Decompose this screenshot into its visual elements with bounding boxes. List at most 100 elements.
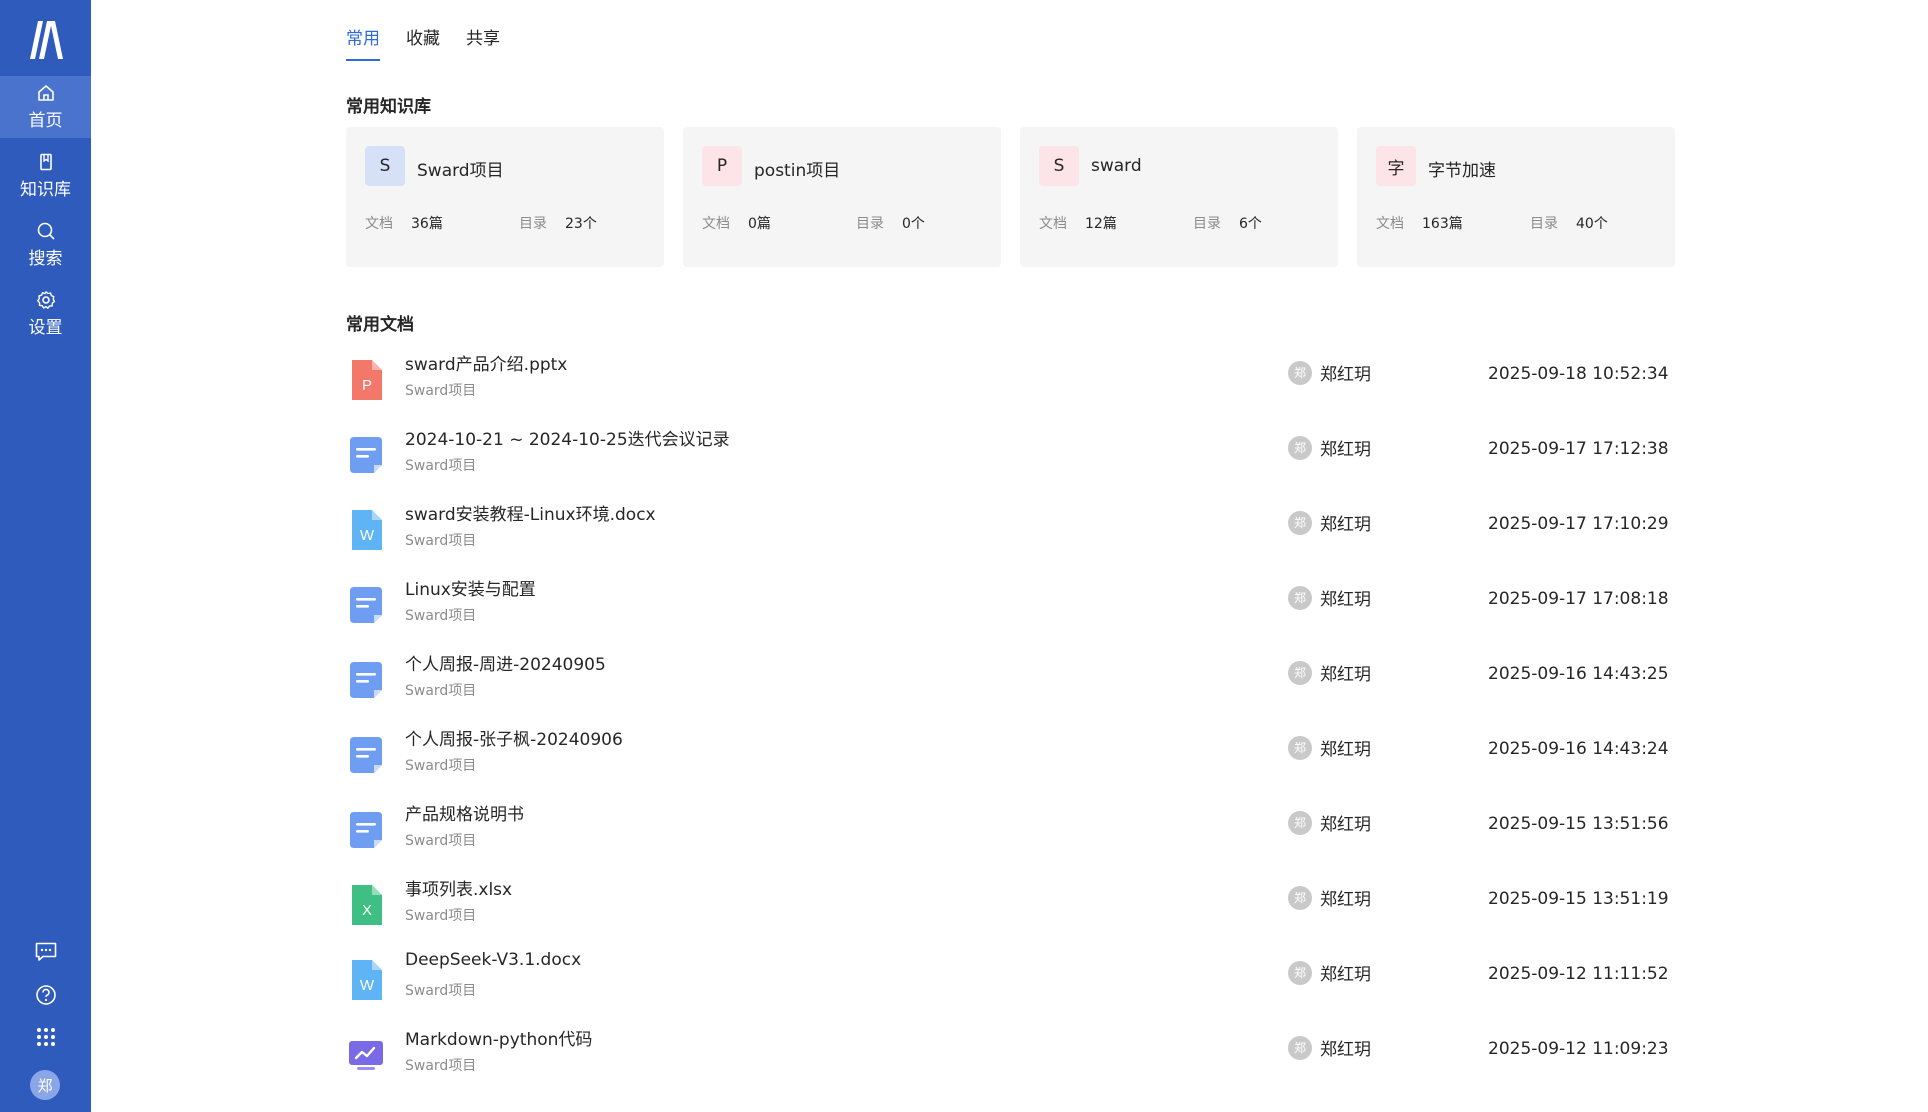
doc-title[interactable]: sward安装教程-Linux环境.docx	[405, 500, 656, 525]
doc-updated-time: 2025-09-12 11:09:23	[1488, 1039, 1669, 1059]
doc-row[interactable]: 个人周报-周进-20240905 Sward项目 郑郑红玥 2025-09-16 14…	[346, 650, 1669, 725]
author-avatar: 郑	[1288, 585, 1312, 610]
tab-favorites[interactable]: 收藏	[406, 24, 440, 61]
doc-author: 郑郑红玥	[1288, 510, 1371, 535]
repos-section-title: 常用知识库	[346, 97, 431, 117]
document-icon	[350, 587, 382, 623]
doc-repo: Sward项目	[405, 758, 477, 774]
word-file-icon: W	[352, 510, 382, 550]
grid-apps-icon	[36, 1028, 55, 1046]
repo-dir-label: 目录	[856, 216, 884, 232]
document-icon	[350, 662, 382, 698]
repo-card[interactable]: 字字节加速 文档 163篇 目录 40个	[1357, 127, 1675, 267]
nav-home[interactable]: 首页	[0, 76, 91, 138]
repo-doc-stat: 文档 36篇	[365, 213, 443, 233]
author-name: 郑红玥	[1320, 515, 1371, 535]
doc-updated-time: 2025-09-17 17:12:38	[1488, 439, 1669, 459]
doc-updated-time: 2025-09-15 13:51:56	[1488, 814, 1669, 834]
doc-updated-time: 2025-09-15 13:51:19	[1488, 889, 1669, 909]
message-icon	[35, 942, 56, 961]
author-avatar: 郑	[1288, 885, 1312, 910]
app-logo[interactable]	[0, 10, 91, 70]
doc-title[interactable]: 事项列表.xlsx	[405, 875, 512, 900]
document-icon	[350, 812, 382, 848]
doc-author: 郑郑红玥	[1288, 960, 1371, 985]
repo-name: Sward项目	[417, 161, 504, 181]
repo-dir-label: 目录	[1530, 216, 1558, 232]
doc-author: 郑郑红玥	[1288, 1035, 1371, 1060]
doc-title[interactable]: 产品规格说明书	[405, 800, 524, 825]
doc-row[interactable]: Wsward安装教程-Linux环境.docx Sward项目 郑郑红玥 2025-0…	[346, 500, 1669, 575]
repo-card[interactable]: Ssward 文档 12篇 目录 6个	[1020, 127, 1338, 267]
repo-dir-count: 40个	[1576, 216, 1608, 232]
repo-doc-label: 文档	[702, 216, 730, 232]
help-button[interactable]	[0, 978, 91, 1012]
author-avatar: 郑	[1288, 960, 1312, 985]
doc-title[interactable]: DeepSeek-V3.1.docx	[405, 950, 581, 970]
author-name: 郑红玥	[1320, 365, 1371, 385]
doc-title[interactable]: Markdown-python代码	[405, 1025, 592, 1050]
gear-icon	[36, 291, 55, 309]
repo-dir-label: 目录	[519, 216, 547, 232]
repo-doc-count: 0篇	[748, 216, 771, 232]
doc-row[interactable]: W DeepSeek-V3.1.docx Sward项目 郑郑红玥 2025-09-12…	[346, 950, 1669, 1025]
repo-doc-stat: 文档 0篇	[702, 213, 771, 233]
author-avatar: 郑	[1288, 435, 1312, 460]
apps-button[interactable]	[0, 1020, 91, 1054]
doc-author: 郑郑红玥	[1288, 885, 1371, 910]
doc-row[interactable]: 个人周报-张子枫-20240906 Sward项目 郑郑红玥 2025-09-16 1…	[346, 725, 1669, 800]
nav-settings-label: 设置	[28, 318, 63, 338]
doc-repo: Sward项目	[405, 458, 477, 474]
repo-doc-count: 36篇	[411, 216, 443, 232]
user-avatar[interactable]: 郑	[30, 1070, 60, 1100]
nav-search[interactable]: 搜索	[0, 214, 91, 276]
nav-settings[interactable]: 设置	[0, 283, 91, 345]
doc-author: 郑郑红玥	[1288, 810, 1371, 835]
repo-card[interactable]: Ppostin项目 文档 0篇 目录 0个	[683, 127, 1001, 267]
author-name: 郑红玥	[1320, 440, 1371, 460]
repo-dir-stat: 目录 6个	[1193, 213, 1262, 233]
repo-dir-label: 目录	[1193, 216, 1221, 232]
doc-row[interactable]: X 事项列表.xlsx Sward项目 郑郑红玥 2025-09-15 13:51:19	[346, 875, 1669, 950]
doc-title[interactable]: 个人周报-周进-20240905	[405, 650, 606, 675]
repo-avatar: P	[702, 146, 742, 186]
author-name: 郑红玥	[1320, 965, 1371, 985]
doc-title[interactable]: 个人周报-张子枫-20240906	[405, 725, 623, 750]
logo-icon	[29, 21, 63, 59]
doc-row[interactable]: Psward产品介绍.pptx Sward项目 郑郑红玥 2025-09-18 10:…	[346, 350, 1669, 425]
author-avatar: 郑	[1288, 360, 1312, 385]
sidebar: 首页 知识库 搜索 设置 郑	[0, 0, 91, 1112]
doc-row[interactable]: 2024-10-21 ~ 2024-10-25迭代会议记录 Sward项目 郑郑红玥…	[346, 425, 1669, 500]
repo-card[interactable]: S Sward项目 文档 36篇 目录 23个	[346, 127, 664, 267]
tab-frequent[interactable]: 常用	[346, 24, 380, 61]
repo-card-list: S Sward项目 文档 36篇 目录 23个 Ppostin项目 文档 0篇 目录 0个 Sswar…	[346, 127, 1675, 267]
nav-knowledge-base[interactable]: 知识库	[0, 145, 91, 207]
doc-repo: Sward项目	[405, 533, 477, 549]
doc-title[interactable]: 2024-10-21 ~ 2024-10-25迭代会议记录	[405, 425, 730, 450]
repo-avatar: 字	[1376, 146, 1416, 186]
doc-title[interactable]: Linux安装与配置	[405, 575, 536, 600]
tab-shared[interactable]: 共享	[466, 24, 500, 61]
doc-repo: Sward项目	[405, 983, 477, 999]
svg-text:W: W	[360, 977, 375, 994]
doc-row[interactable]: Markdown-python代码 Sward项目 郑郑红玥 2025-09-12 1…	[346, 1025, 1669, 1100]
nav-search-label: 搜索	[28, 249, 63, 269]
markdown-icon	[349, 1041, 383, 1070]
repo-dir-stat: 目录 0个	[856, 213, 925, 233]
word-file-icon: W	[352, 960, 382, 1000]
doc-title[interactable]: sward产品介绍.pptx	[405, 350, 567, 375]
doc-updated-time: 2025-09-18 10:52:34	[1488, 364, 1669, 384]
author-name: 郑红玥	[1320, 590, 1371, 610]
doc-row[interactable]: Linux安装与配置 Sward项目 郑郑红玥 2025-09-17 17:08:18	[346, 575, 1669, 650]
author-avatar: 郑	[1288, 660, 1312, 685]
excel-file-icon: X	[352, 885, 382, 925]
message-button[interactable]	[0, 935, 91, 969]
doc-row[interactable]: 产品规格说明书 Sward项目 郑郑红玥 2025-09-15 13:51:56	[346, 800, 1669, 875]
doc-repo: Sward项目	[405, 683, 477, 699]
repo-doc-label: 文档	[365, 216, 393, 232]
doc-updated-time: 2025-09-17 17:08:18	[1488, 589, 1669, 609]
repo-dir-count: 23个	[565, 216, 597, 232]
author-name: 郑红玥	[1320, 1040, 1371, 1060]
ppt-file-icon: P	[352, 360, 382, 400]
svg-text:P: P	[362, 377, 372, 394]
